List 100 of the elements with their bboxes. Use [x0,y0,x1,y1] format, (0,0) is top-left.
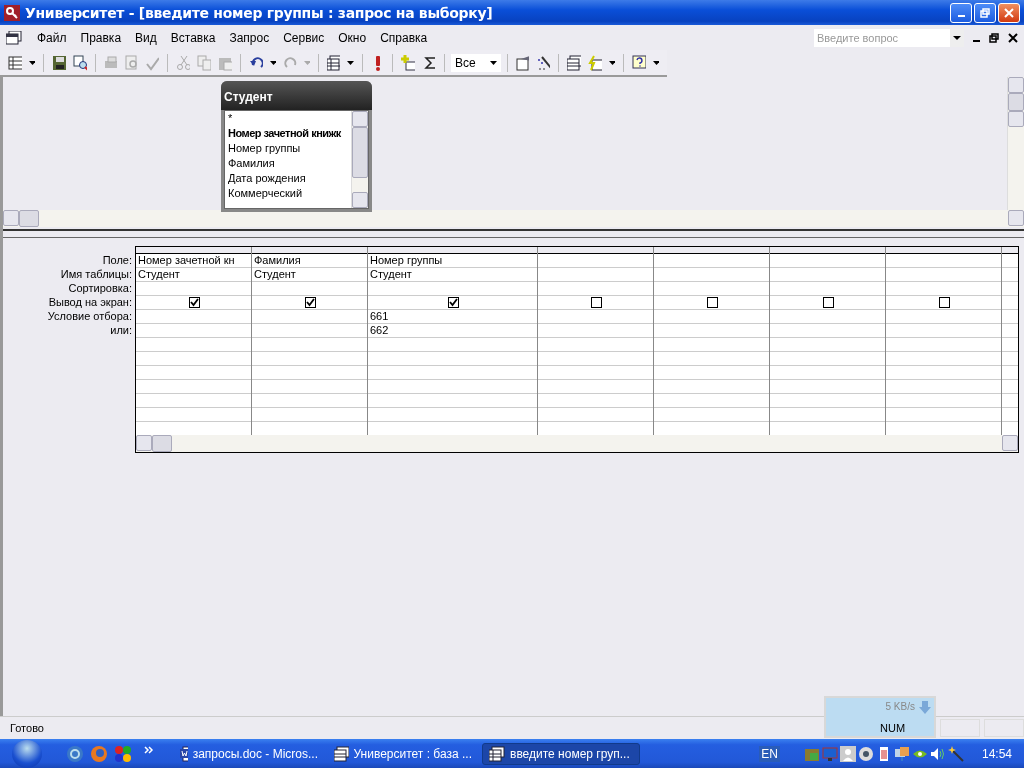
menu-item[interactable]: Запрос [222,30,277,45]
scroll-bar[interactable] [1007,77,1024,210]
sigma-icon[interactable] [422,54,437,71]
pinwheel-icon[interactable] [114,744,132,763]
caret-icon[interactable] [28,60,35,65]
show-checkbox[interactable] [591,297,602,308]
copy-icon[interactable] [197,54,211,71]
column-selector[interactable] [654,247,769,254]
printer-icon[interactable] [103,54,118,71]
column-selector[interactable] [538,247,653,254]
table-cell[interactable]: 662 [368,324,537,338]
column-selector[interactable] [252,247,367,254]
table-cell[interactable]: Номер группы [368,254,537,268]
language-indicator[interactable]: EN [759,745,780,762]
document-icon [180,745,188,762]
ring-icon[interactable] [66,744,84,763]
column-selector[interactable] [886,247,1001,254]
row-label: Сортировка: [67,281,132,295]
menu-item[interactable]: Сервис [276,30,332,45]
show-table-icon[interactable] [401,54,416,71]
num-lock-indicator: NUM [880,722,907,734]
close-icon [1004,7,1014,18]
database-window-icon[interactable] [567,54,582,71]
table-cell[interactable]: Студент [136,268,251,282]
network-speed: 5 KB/s [885,701,915,713]
caret-icon[interactable] [347,60,354,65]
table-cell[interactable]: Студент [368,268,537,282]
field-list-item[interactable]: Дата рождения [225,171,351,186]
column-selector[interactable] [136,247,251,254]
help-search-field[interactable]: Введите вопрос [814,28,950,47]
table-cell[interactable]: 661 [368,310,537,324]
splitter-bar[interactable] [3,229,1024,238]
webcam-icon[interactable] [857,745,874,762]
field-list-item[interactable]: Номер зачетной книжк [225,126,351,141]
window-icon[interactable] [6,30,22,45]
clock: 14:54 [981,746,1012,761]
properties-icon[interactable] [515,54,530,71]
scroll-bar[interactable] [136,435,1018,452]
window-icon [334,745,349,762]
more-icon[interactable] [144,745,154,754]
cut-icon[interactable] [176,54,191,71]
taskbar-button[interactable]: введите номер груп... [482,742,640,765]
menu-item[interactable]: Окно [331,30,374,45]
scroll-bar[interactable] [3,210,1024,227]
download-icon [919,701,931,715]
table-cell[interactable]: Студент [252,268,367,282]
show-checkbox[interactable] [448,297,459,308]
show-checkbox[interactable] [189,297,200,308]
taskbar-button[interactable]: запросы.doc - Micros... [174,742,324,765]
restore-button[interactable] [974,2,996,23]
caret-icon[interactable] [609,60,616,65]
column-selector[interactable] [1002,247,1018,254]
wand-icon[interactable] [536,54,551,71]
menu-item[interactable]: Вставка [163,30,223,45]
table-title: Студент [221,81,372,110]
table-cell[interactable]: Номер зачетной кн [136,254,251,268]
new-object-icon[interactable] [588,54,602,71]
close-icon[interactable] [1008,32,1018,43]
caret-icon[interactable] [269,60,276,65]
query-type-icon[interactable] [326,54,341,71]
user-icon[interactable] [839,745,856,762]
restore-icon[interactable] [989,32,999,43]
undo-icon[interactable] [248,54,263,71]
minimize-button[interactable] [950,2,972,23]
taskbar-button[interactable]: Университет : база ... [328,742,478,765]
menu-item[interactable]: Файл [30,30,74,45]
table-box[interactable]: Студент * Номер зачетной книжк Номер группы Фамилия Дата рождения Коммерческий [221,81,372,212]
menu-item[interactable]: Правка [73,30,129,45]
row-label: или: [109,323,132,337]
show-checkbox[interactable] [305,297,316,308]
table-cell[interactable]: Фамилия [252,254,367,268]
minimize-icon [957,14,965,17]
menu-item[interactable]: Вид [128,30,164,45]
save-icon[interactable] [51,54,66,71]
column-selector[interactable] [368,247,537,254]
preview-icon[interactable] [124,54,139,71]
redo-icon[interactable] [282,54,297,71]
caret-icon[interactable] [489,60,497,65]
datasheet-view-icon[interactable] [8,54,22,71]
field-list-item[interactable]: * [225,111,351,126]
browser-icon[interactable] [90,744,108,763]
show-checkbox[interactable] [823,297,834,308]
wand-icon[interactable] [947,745,964,762]
network-icon[interactable] [893,745,910,762]
start-button[interactable] [12,739,42,768]
scroll-bar[interactable] [351,111,368,208]
column-selector[interactable] [770,247,885,254]
datasheet-icon [489,745,505,762]
caret-icon[interactable] [652,60,659,65]
minimize-icon[interactable] [973,39,980,42]
show-checkbox[interactable] [707,297,718,308]
show-checkbox[interactable] [939,297,950,308]
field-list-item[interactable]: Коммерческий [225,186,351,201]
field-list-item[interactable]: Фамилия [225,156,351,171]
close-button[interactable] [998,2,1020,23]
top-values-combo[interactable]: Все [450,53,501,72]
menu-item[interactable]: Справка [373,30,435,45]
help-icon[interactable] [631,54,646,71]
print-preview-icon[interactable] [72,54,87,71]
field-list-item[interactable]: Номер группы [225,141,351,156]
